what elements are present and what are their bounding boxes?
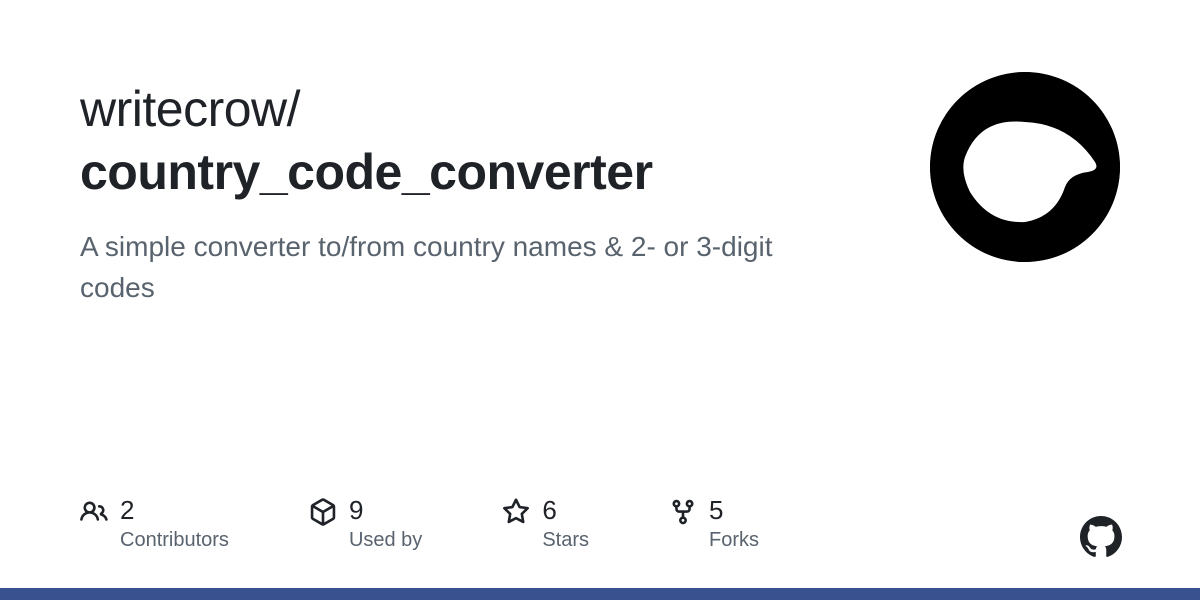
stat-value: 6 [542, 496, 589, 525]
package-icon [309, 498, 337, 526]
stats-row: 2 Contributors 9 Used by 6 Stars [80, 496, 759, 552]
people-icon [80, 498, 108, 526]
stat-value: 2 [120, 496, 229, 525]
repo-description: A simple converter to/from country names… [80, 227, 800, 308]
repo-owner[interactable]: writecrow [80, 81, 287, 137]
stat-label: Stars [542, 529, 589, 552]
stat-label: Forks [709, 529, 759, 552]
repo-title: writecrow/ country_code_converter [80, 78, 930, 203]
stat-value: 5 [709, 496, 759, 525]
fork-icon [669, 498, 697, 526]
stat-used-by[interactable]: 9 Used by [309, 496, 422, 552]
repo-name[interactable]: country_code_converter [80, 141, 930, 204]
github-logo-icon[interactable] [1080, 516, 1122, 558]
stat-stars[interactable]: 6 Stars [502, 496, 589, 552]
repo-separator: / [287, 81, 300, 137]
accent-bar [0, 588, 1200, 600]
star-icon [502, 498, 530, 526]
stat-forks[interactable]: 5 Forks [669, 496, 759, 552]
stat-contributors[interactable]: 2 Contributors [80, 496, 229, 552]
stat-label: Contributors [120, 529, 229, 552]
repo-avatar[interactable] [930, 72, 1120, 262]
stat-label: Used by [349, 529, 422, 552]
stat-value: 9 [349, 496, 422, 525]
